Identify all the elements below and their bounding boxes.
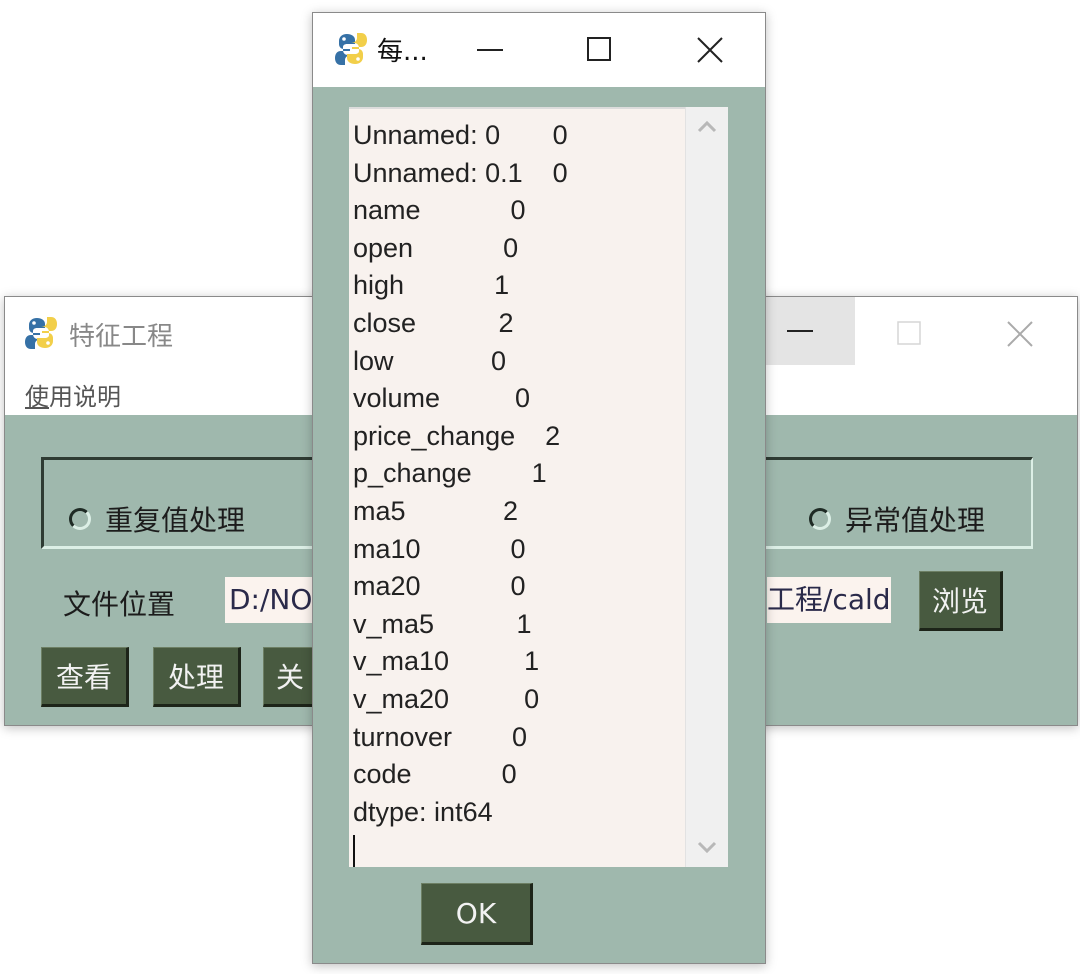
main-maximize-button[interactable] [855, 297, 965, 371]
main-window-title: 特征工程 [69, 322, 174, 352]
python-icon [25, 317, 57, 349]
python-icon [335, 33, 367, 65]
result-line: dtype: int64 [353, 796, 493, 827]
close-icon [697, 37, 723, 63]
scroll-down-button[interactable] [686, 831, 728, 863]
result-text-area[interactable]: Unnamed: 0 0 Unnamed: 0.1 0 name 0 open 0 hi… [349, 107, 685, 869]
result-line: ma20 0 [353, 571, 526, 602]
view-button[interactable]: 查看 [41, 647, 129, 707]
result-line: p_change 1 [353, 458, 547, 489]
maximize-icon [587, 37, 611, 61]
result-line: code 0 [353, 759, 517, 790]
radio-circle-icon [809, 508, 831, 530]
process-button[interactable]: 处理 [153, 647, 241, 707]
radio-outlier-handling[interactable]: 异常值处理 [809, 499, 985, 539]
vertical-scrollbar[interactable] [685, 107, 728, 867]
result-line: price_change 2 [353, 420, 561, 451]
menu-help-mnemonic: 使 [25, 383, 49, 411]
chevron-up-icon [697, 121, 717, 133]
result-line: name 0 [353, 195, 526, 226]
radio-label: 异常值处理 [845, 504, 986, 537]
ok-button[interactable]: OK [421, 883, 533, 945]
close-icon [1007, 321, 1033, 347]
menu-help[interactable]: 使用说明 [25, 377, 121, 412]
dialog-minimize-button[interactable] [435, 13, 545, 87]
result-line: ma5 2 [353, 495, 519, 526]
minimize-icon [787, 330, 813, 332]
browse-button[interactable]: 浏览 [919, 571, 1003, 631]
scroll-up-button[interactable] [686, 111, 728, 143]
result-line: Unnamed: 0 0 [353, 120, 568, 150]
result-dialog: 每... Unnamed: 0 0 Unnamed: 0.1 0 name 0 ope… [312, 12, 766, 964]
maximize-icon [897, 321, 921, 345]
result-line: Unnamed: 0.1 0 [353, 157, 568, 188]
text-caret [353, 835, 355, 868]
radio-duplicate-handling[interactable]: 重复值处理 [69, 499, 245, 539]
radio-circle-icon [69, 508, 91, 530]
dialog-title: 每... [377, 37, 428, 67]
result-line: low 0 [353, 345, 507, 376]
dialog-content: Unnamed: 0 0 Unnamed: 0.1 0 name 0 open 0 hi… [313, 87, 765, 963]
main-close-button[interactable] [965, 297, 1075, 371]
dialog-close-button[interactable] [655, 13, 765, 87]
file-path-input[interactable]: D:/NO [225, 577, 323, 623]
file-location-label: 文件位置 [63, 588, 176, 621]
menu-help-rest: 用说明 [49, 383, 121, 411]
result-line: v_ma20 0 [353, 683, 540, 714]
result-line: v_ma10 1 [353, 646, 540, 677]
result-line: volume 0 [353, 383, 531, 414]
result-line: high 1 [353, 270, 510, 301]
result-line: close 2 [353, 307, 514, 338]
result-line: turnover 0 [353, 721, 528, 752]
file-path-input-end[interactable]: 工程/caldle [767, 577, 891, 623]
result-line: v_ma5 1 [353, 608, 532, 639]
text-cursor-line [353, 831, 685, 869]
dialog-maximize-button[interactable] [545, 13, 655, 87]
radio-label: 重复值处理 [105, 504, 246, 537]
dialog-titlebar[interactable]: 每... [313, 13, 765, 87]
result-lines: Unnamed: 0 0 Unnamed: 0.1 0 name 0 open 0 hi… [353, 117, 685, 831]
chevron-down-icon [697, 841, 717, 853]
result-line: open 0 [353, 232, 519, 263]
file-path-text-start: D:/NO [229, 583, 313, 616]
file-path-text-end: 工程/caldle [767, 583, 891, 616]
minimize-icon [477, 49, 503, 51]
result-line: ma10 0 [353, 533, 526, 564]
